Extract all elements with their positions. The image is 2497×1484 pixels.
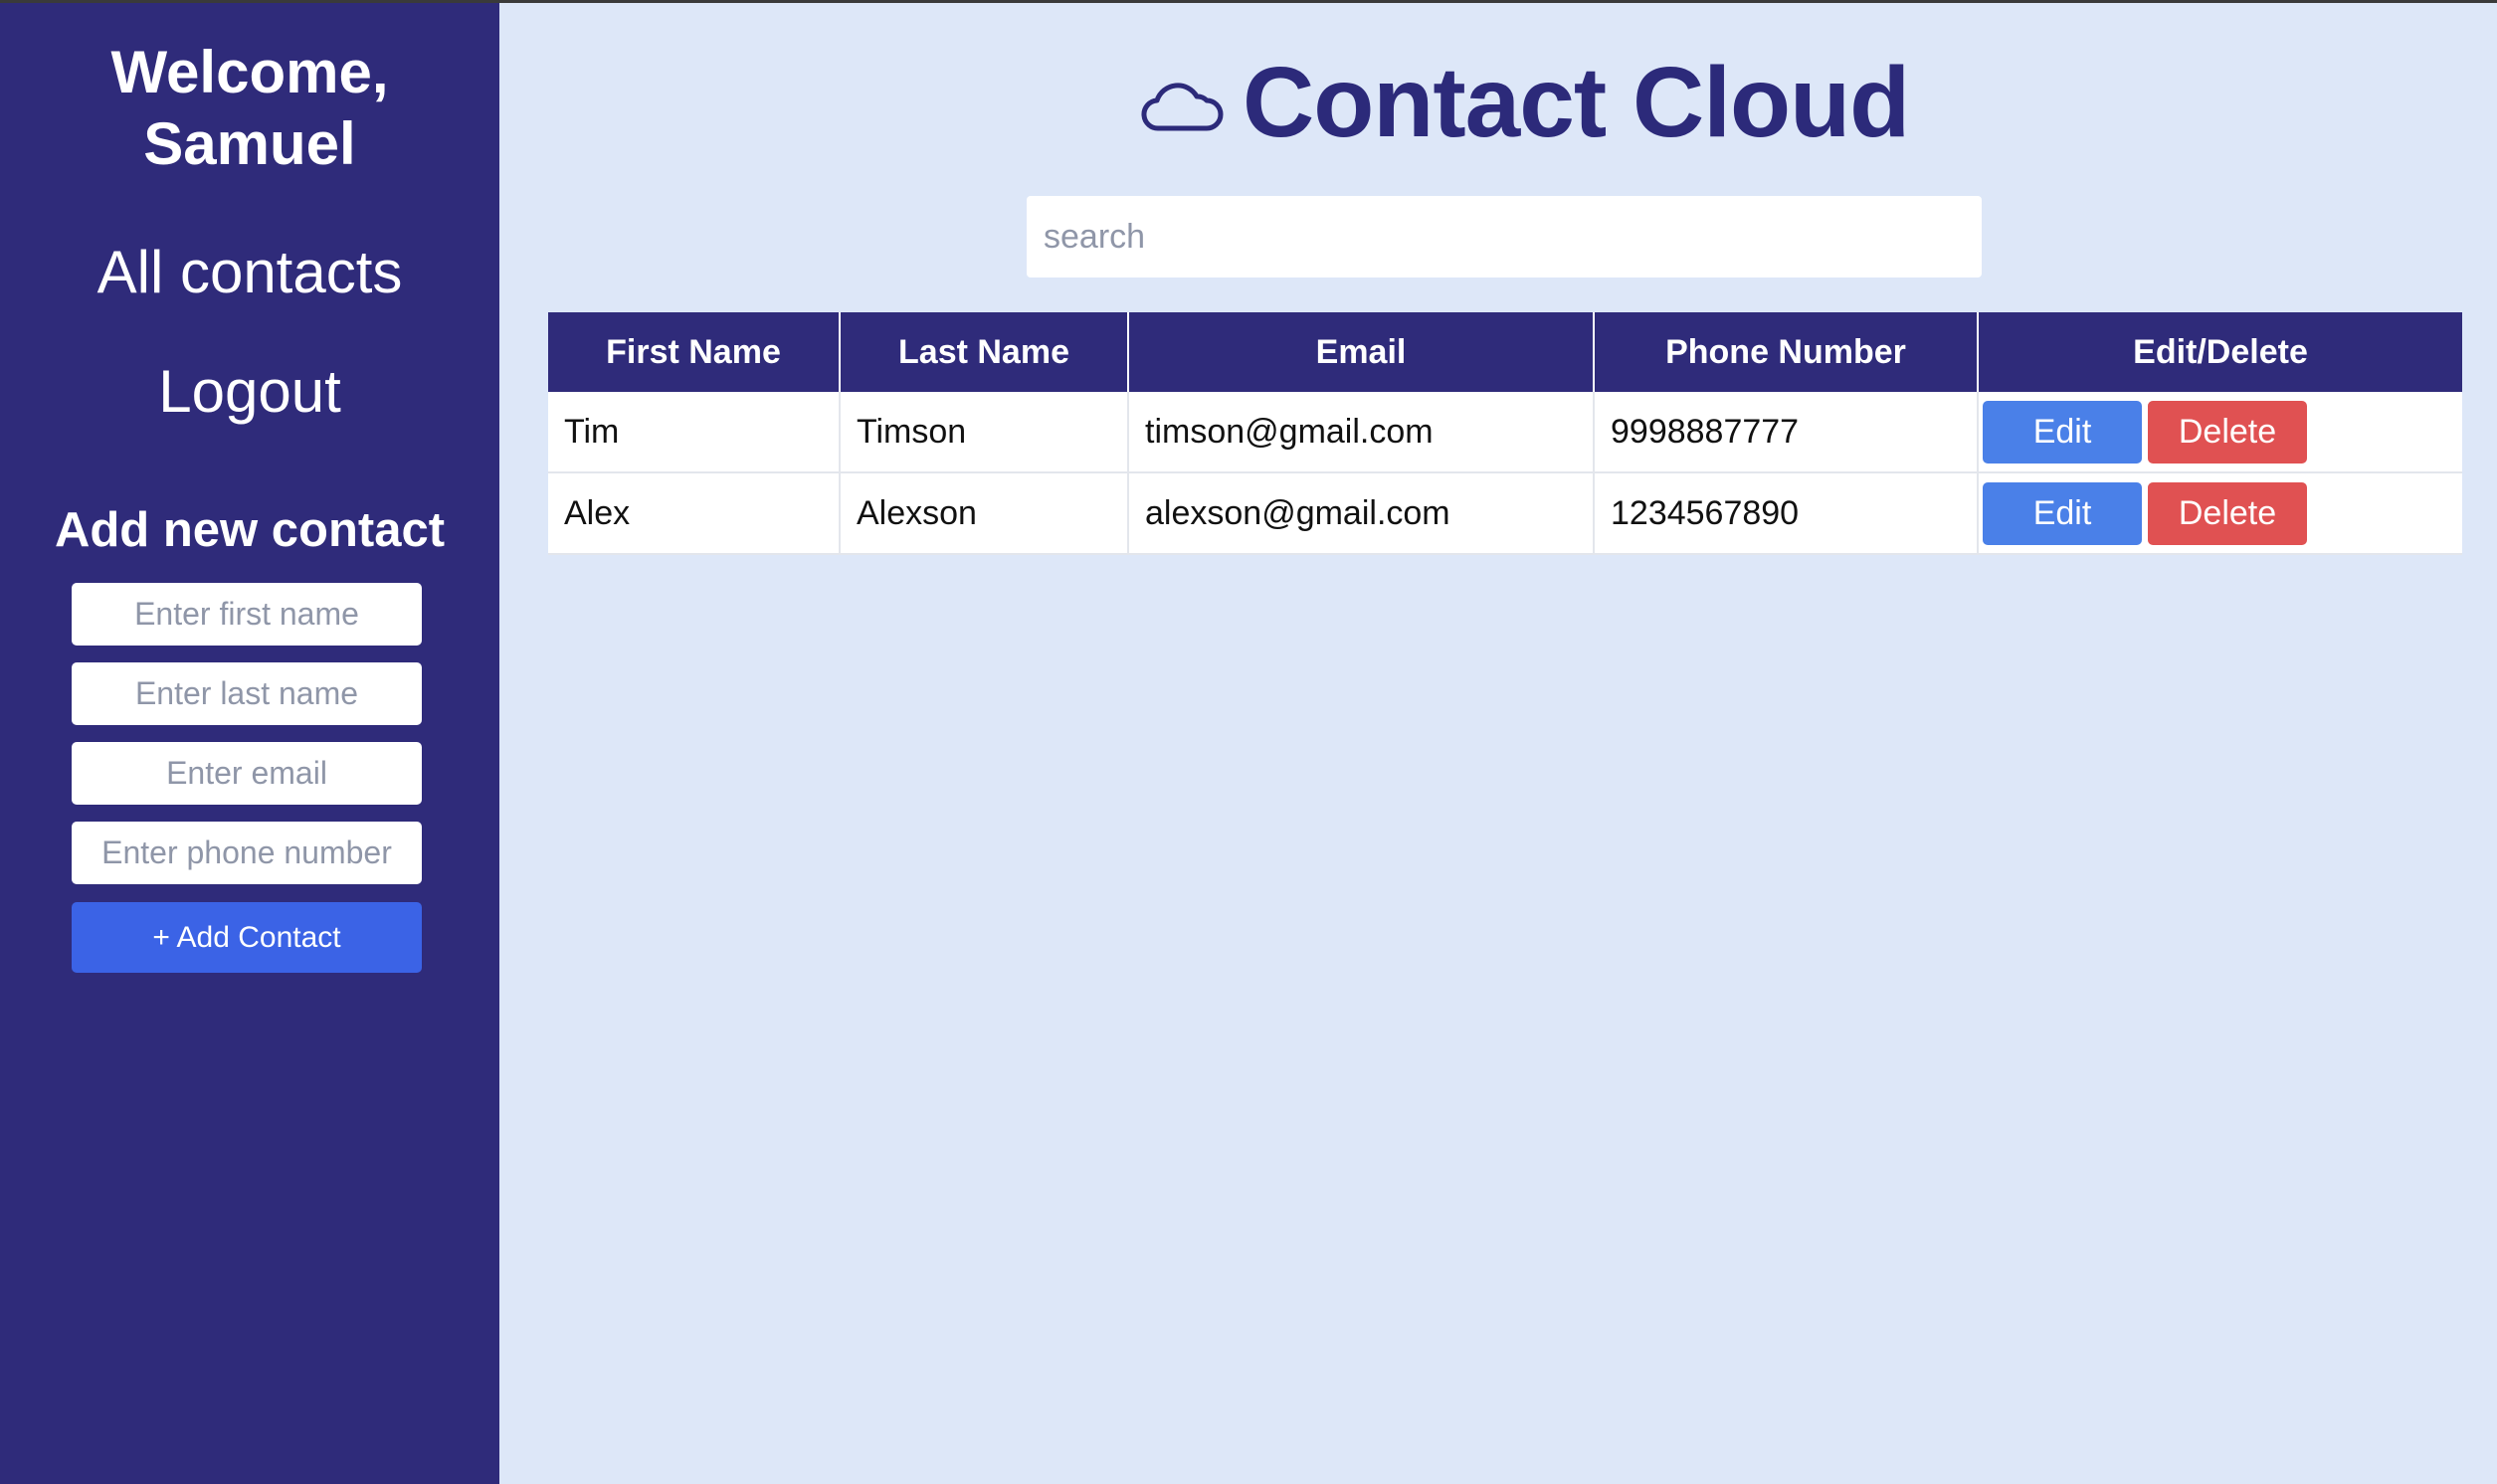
cell-actions: Edit Delete <box>1978 392 2462 473</box>
cell-last-name: Timson <box>840 392 1129 473</box>
delete-button[interactable]: Delete <box>2148 400 2307 464</box>
welcome-heading: Welcome, Samuel <box>110 39 389 177</box>
cell-email: alexson@gmail.com <box>1128 472 1595 555</box>
app: Welcome, Samuel All contacts Logout Add … <box>0 0 2497 1484</box>
header-phone-number: Phone Number <box>1594 312 1979 392</box>
table-row: Alex Alexson alexson@gmail.com 123456789… <box>548 472 2462 555</box>
edit-button[interactable]: Edit <box>1983 400 2142 464</box>
add-contact-heading: Add new contact <box>54 503 446 557</box>
cell-last-name: Alexson <box>840 472 1129 555</box>
cell-first-name: Tim <box>548 392 841 473</box>
table-header-row: First Name Last Name Email Phone Number … <box>548 312 2462 392</box>
cell-email: timson@gmail.com <box>1128 392 1595 473</box>
table-row: Tim Timson timson@gmail.com 9998887777 E… <box>548 392 2462 473</box>
edit-button[interactable]: Edit <box>1983 481 2142 545</box>
email-input[interactable] <box>72 742 422 805</box>
first-name-input[interactable] <box>72 583 422 646</box>
nav-logout[interactable]: Logout <box>0 356 499 428</box>
header-last-name: Last Name <box>840 312 1129 392</box>
contacts-table: First Name Last Name Email Phone Number … <box>548 312 2462 555</box>
sidebar: Welcome, Samuel All contacts Logout Add … <box>0 3 499 1484</box>
header-email: Email <box>1128 312 1595 392</box>
add-contact-button[interactable]: + Add Contact <box>72 902 422 973</box>
cell-first-name: Alex <box>548 472 841 555</box>
nav-all-contacts[interactable]: All contacts <box>0 237 499 308</box>
header-edit-delete: Edit/Delete <box>1978 312 2462 392</box>
cell-phone: 1234567890 <box>1594 472 1979 555</box>
page-title: Contact Cloud <box>1243 47 1910 158</box>
delete-button[interactable]: Delete <box>2148 481 2307 545</box>
cell-actions: Edit Delete <box>1978 472 2462 555</box>
last-name-input[interactable] <box>72 662 422 725</box>
header-first-name: First Name <box>548 312 841 392</box>
search-input[interactable] <box>1027 196 1982 278</box>
page-title-group: Contact Cloud <box>1139 43 1910 162</box>
cloud-icon <box>1141 83 1224 131</box>
cell-phone: 9998887777 <box>1594 392 1979 473</box>
phone-input[interactable] <box>72 822 422 884</box>
